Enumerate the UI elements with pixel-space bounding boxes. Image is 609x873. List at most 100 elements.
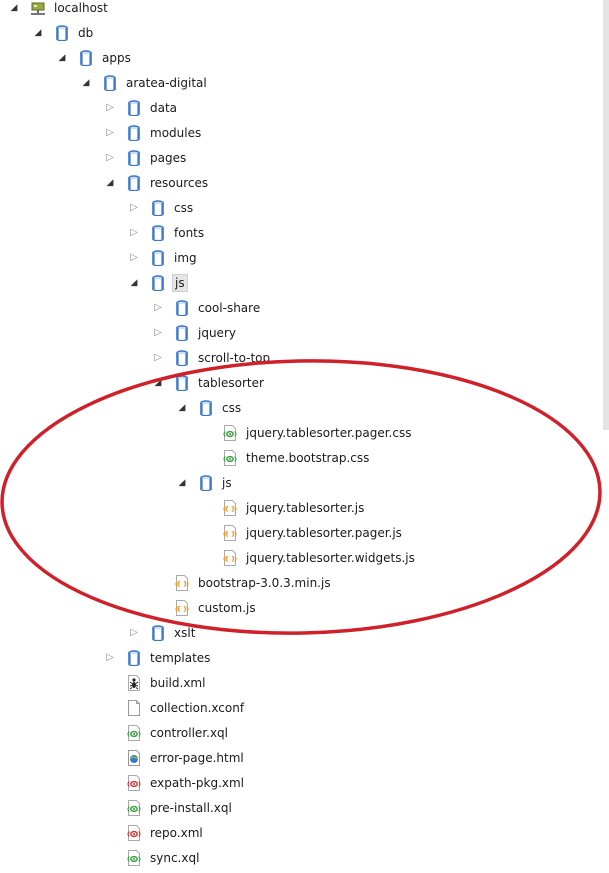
js-file-icon: { } [222,549,238,566]
collection-node[interactable]: ◢ localhost [8,0,110,20]
file-node[interactable]: build.xml [104,670,207,695]
css-file-icon [222,424,238,441]
html-file-icon [126,749,142,766]
node-label: sync.xql [150,850,200,865]
collapsed-triangle-icon[interactable]: ▷ [104,652,116,664]
collection-node[interactable]: ◢ js [176,470,234,495]
file-node[interactable]: error-page.html [104,745,246,770]
collapsed-triangle-icon[interactable]: ▷ [128,627,140,639]
node-label: css [222,400,242,415]
collection-node[interactable]: ▷ img [128,245,199,270]
file-node[interactable]: collection.xconf [104,695,246,720]
node-label: pre-install.xql [150,800,232,815]
node-label: resources [150,175,209,190]
toggle-spacer [104,802,116,814]
js-file-icon: { } [222,499,238,516]
collection-node[interactable]: ◢ css [176,395,243,420]
node-label: localhost [54,0,108,15]
collection-node[interactable]: ▷ scroll-to-top [152,345,272,370]
node-label: repo.xml [150,825,203,840]
node-label: css [174,200,194,215]
collection-node[interactable]: ◢ aratea-digital [80,70,209,95]
expanded-triangle-icon[interactable]: ◢ [56,52,68,64]
collection-node[interactable]: ▷ pages [104,145,188,170]
vertical-scrollbar[interactable] [603,0,609,430]
file-node[interactable]: expath-pkg.xml [104,770,246,795]
toggle-spacer [200,527,212,539]
file-node[interactable]: pre-install.xql [104,795,234,820]
collection-tree: ◢ localhost ◢ db ◢ apps ◢ aratea-digital ▷ data ▷ m… [0,0,609,873]
expanded-triangle-icon[interactable]: ◢ [32,27,44,39]
collapsed-triangle-icon[interactable]: ▷ [104,152,116,164]
database-icon [150,199,166,216]
collection-node[interactable]: ◢ js [128,270,188,295]
collection-node[interactable]: ▷ fonts [128,220,206,245]
css-file-icon [222,449,238,466]
file-node[interactable]: { } bootstrap-3.0.3.min.js [152,570,333,595]
collection-node[interactable]: ◢ db [32,20,95,45]
xquery-file-icon [126,724,142,741]
collapsed-triangle-icon[interactable]: ▷ [128,227,140,239]
node-label: error-page.html [150,750,244,765]
expanded-triangle-icon[interactable]: ◢ [104,177,116,189]
collection-node[interactable]: ▷ xslt [128,620,197,645]
collapsed-triangle-icon[interactable]: ▷ [152,327,164,339]
node-label: jquery.tablesorter.js [246,500,365,515]
file-node[interactable]: { } jquery.tablesorter.js [200,495,366,520]
file-node[interactable]: { } jquery.tablesorter.pager.js [200,520,404,545]
toggle-spacer [200,502,212,514]
collapsed-triangle-icon[interactable]: ▷ [152,302,164,314]
database-icon [198,399,214,416]
collapsed-triangle-icon[interactable]: ▷ [104,127,116,139]
file-node[interactable]: jquery.tablesorter.pager.css [200,420,413,445]
expanded-triangle-icon[interactable]: ◢ [152,377,164,389]
file-node[interactable]: sync.xql [104,845,201,870]
database-icon [102,74,118,91]
collapsed-triangle-icon[interactable]: ▷ [128,252,140,264]
expanded-triangle-icon[interactable]: ◢ [8,2,20,14]
collapsed-triangle-icon[interactable]: ▷ [104,102,116,114]
collection-node[interactable]: ▷ data [104,95,179,120]
node-label: theme.bootstrap.css [246,450,370,465]
file-node[interactable]: { } jquery.tablesorter.widgets.js [200,545,417,570]
ant-file-icon [126,674,142,691]
node-label: custom.js [198,600,256,615]
xquery-file-icon [126,849,142,866]
node-label: img [174,250,197,265]
node-label: bootstrap-3.0.3.min.js [198,575,331,590]
file-node[interactable]: theme.bootstrap.css [200,445,371,470]
expanded-triangle-icon[interactable]: ◢ [128,277,140,289]
database-icon [174,374,190,391]
node-label: jquery [198,325,236,340]
node-label: js [222,475,232,490]
collection-node[interactable]: ◢ apps [56,45,133,70]
collection-node[interactable]: ▷ modules [104,120,203,145]
collapsed-triangle-icon[interactable]: ▷ [128,202,140,214]
svg-text:{ }: { } [225,531,236,538]
node-label: jquery.tablesorter.widgets.js [246,550,415,565]
expanded-triangle-icon[interactable]: ◢ [176,477,188,489]
database-icon [126,99,142,116]
collection-node[interactable]: ◢ tablesorter [152,370,266,395]
collection-node[interactable]: ▷ css [128,195,195,220]
collection-node[interactable]: ▷ cool-share [152,295,262,320]
node-label: fonts [174,225,205,240]
toggle-spacer [104,677,116,689]
js-file-icon: { } [174,599,190,616]
database-icon [174,299,190,316]
toggle-spacer [200,427,212,439]
collection-node[interactable]: ▷ templates [104,645,212,670]
expanded-triangle-icon[interactable]: ◢ [80,77,92,89]
collection-node[interactable]: ▷ jquery [152,320,238,345]
database-icon [150,249,166,266]
node-label: controller.xql [150,725,229,740]
file-node[interactable]: { } custom.js [152,595,258,620]
file-node[interactable]: controller.xql [104,720,230,745]
toggle-spacer [104,827,116,839]
collapsed-triangle-icon[interactable]: ▷ [152,352,164,364]
collection-node[interactable]: ◢ resources [104,170,210,195]
node-label: scroll-to-top [198,350,271,365]
node-label: jquery.tablesorter.pager.css [246,425,412,440]
expanded-triangle-icon[interactable]: ◢ [176,402,188,414]
file-node[interactable]: repo.xml [104,820,205,845]
